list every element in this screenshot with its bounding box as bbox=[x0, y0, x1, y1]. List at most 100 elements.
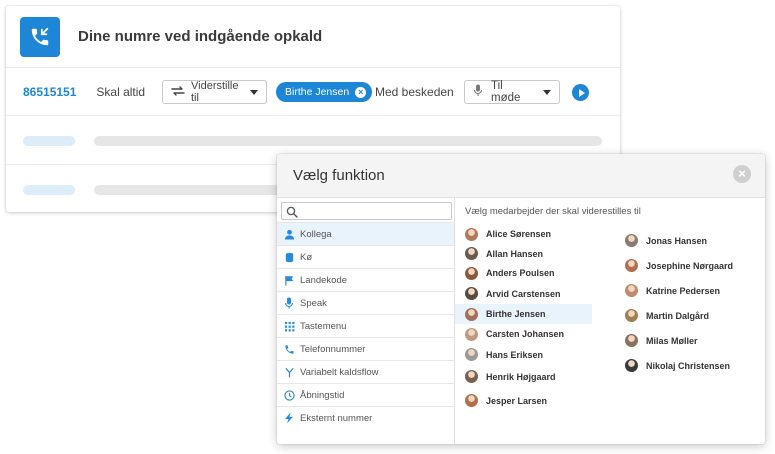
employee-item[interactable]: Alice Sørensen bbox=[455, 224, 592, 244]
employee-item[interactable]: Martin Dalgård bbox=[615, 303, 755, 328]
employee-name: Henrik Højgaard bbox=[486, 371, 556, 382]
employee-name: Jonas Hansen bbox=[646, 235, 708, 246]
function-item-label: Kollega bbox=[300, 228, 332, 240]
avatar bbox=[625, 259, 638, 272]
card-title: Dine numre ved indgående opkald bbox=[78, 28, 323, 45]
function-item[interactable]: Kollega bbox=[277, 222, 454, 245]
function-item[interactable]: Variabelt kaldsflow bbox=[277, 360, 454, 383]
employee-caption: Vælg medarbejder der skal viderestilles … bbox=[465, 206, 641, 217]
close-icon[interactable]: × bbox=[733, 165, 751, 183]
employee-name: Birthe Jensen bbox=[486, 309, 546, 319]
search-icon bbox=[286, 205, 298, 223]
recipient-chip[interactable]: Birthe Jensen × bbox=[276, 82, 373, 102]
employee-name: Nikolaj Christensen bbox=[646, 360, 731, 371]
employee-item[interactable]: Anders Poulsen bbox=[455, 263, 592, 283]
function-item-label: Kø bbox=[300, 251, 313, 263]
employee-item[interactable]: Milas Møller bbox=[615, 328, 755, 353]
employee-name: Jesper Larsen bbox=[486, 395, 548, 406]
employee-column-1: Alice Sørensen Allan Hansen Anders Poulsen… bbox=[455, 224, 592, 413]
placeholder-number bbox=[23, 185, 75, 195]
employee-item[interactable]: Nikolaj Christensen bbox=[615, 353, 755, 378]
employee-name: Arvid Carstensen bbox=[486, 288, 561, 299]
avatar bbox=[465, 327, 478, 341]
employee-item[interactable]: Jesper Larsen bbox=[455, 388, 592, 413]
function-item[interactable]: Eksternt nummer bbox=[277, 406, 454, 429]
function-item-label: Tastemenu bbox=[300, 320, 347, 332]
employee-panel: Vælg medarbejder der skal viderestilles … bbox=[455, 198, 765, 444]
employee-item[interactable]: Henrik Højgaard bbox=[455, 365, 592, 388]
employee-item[interactable]: Hans Eriksen bbox=[455, 344, 592, 365]
phone-number-link[interactable]: 86515151 bbox=[23, 85, 76, 99]
search-input[interactable] bbox=[281, 202, 452, 220]
function-item[interactable]: Tastemenu bbox=[277, 314, 454, 337]
employee-name: Carsten Johansen bbox=[486, 329, 565, 339]
function-item[interactable]: Kø bbox=[277, 245, 454, 268]
chevron-down-icon bbox=[543, 89, 551, 95]
person-icon bbox=[283, 228, 295, 240]
function-list: Kollega Kø Landekode Speak Tastemenu Telefonn… bbox=[277, 198, 455, 444]
placeholder-text bbox=[94, 136, 602, 146]
employee-item[interactable]: Birthe Jensen bbox=[455, 304, 592, 324]
recipient-chip-label: Birthe Jensen bbox=[285, 86, 350, 98]
avatar bbox=[625, 359, 638, 372]
lightning-icon bbox=[283, 412, 295, 424]
play-icon bbox=[578, 88, 585, 97]
employee-item[interactable]: Allan Hansen bbox=[455, 244, 592, 263]
employee-item[interactable]: Katrine Pedersen bbox=[615, 278, 755, 303]
avatar bbox=[625, 334, 638, 347]
clock-icon bbox=[283, 389, 295, 401]
employee-item[interactable]: Josephine Nørgaard bbox=[615, 253, 755, 278]
employee-item[interactable]: Carsten Johansen bbox=[455, 324, 592, 344]
avatar bbox=[625, 309, 638, 322]
queue-icon bbox=[283, 251, 295, 263]
function-item[interactable]: Landekode bbox=[277, 268, 454, 291]
play-message-button[interactable] bbox=[572, 84, 589, 101]
message-select[interactable]: Til møde bbox=[464, 80, 560, 104]
employee-name: Alice Sørensen bbox=[486, 229, 552, 239]
employee-item[interactable]: Arvid Carstensen bbox=[455, 283, 592, 304]
employee-column-2: Jonas Hansen Josephine Nørgaard Katrine Pe… bbox=[615, 228, 755, 378]
modal-header: Vælg funktion × bbox=[277, 154, 765, 198]
avatar bbox=[625, 284, 638, 297]
keypad-icon bbox=[283, 320, 295, 332]
function-item[interactable]: Telefonnummer bbox=[277, 337, 454, 360]
card-header: Dine numre ved indgående opkald bbox=[6, 6, 620, 68]
employee-name: Martin Dalgård bbox=[646, 310, 710, 321]
avatar bbox=[465, 348, 478, 361]
avatar bbox=[465, 247, 478, 260]
avatar bbox=[465, 394, 478, 407]
placeholder-number bbox=[23, 136, 75, 146]
avatar bbox=[465, 307, 478, 321]
remove-recipient-icon[interactable]: × bbox=[355, 86, 367, 98]
microphone-icon bbox=[283, 297, 295, 309]
rule-condition: Skal altid bbox=[96, 84, 146, 99]
function-item[interactable]: Speak bbox=[277, 291, 454, 314]
avatar bbox=[465, 370, 478, 383]
incoming-call-icon bbox=[20, 16, 60, 57]
message-label: Med beskeden bbox=[375, 85, 454, 99]
employee-name: Allan Hansen bbox=[486, 248, 544, 259]
employee-name: Katrine Pedersen bbox=[646, 285, 721, 296]
function-item-label: Eksternt nummer bbox=[300, 412, 373, 424]
employee-name: Anders Poulsen bbox=[486, 268, 555, 278]
branch-icon bbox=[283, 366, 295, 378]
modal-title: Vælg funktion bbox=[293, 167, 385, 184]
forward-action-select[interactable]: Viderstille til bbox=[162, 80, 267, 104]
function-item-label: Landekode bbox=[300, 274, 348, 286]
employee-item[interactable]: Jonas Hansen bbox=[615, 228, 755, 253]
phone-icon bbox=[283, 343, 295, 355]
repeat-icon bbox=[171, 85, 185, 100]
avatar bbox=[465, 266, 478, 280]
microphone-icon bbox=[473, 84, 483, 100]
forward-select-value: Viderstille til bbox=[191, 80, 239, 104]
function-item-label: Telefonnummer bbox=[300, 343, 366, 355]
avatar bbox=[465, 227, 478, 241]
chevron-down-icon bbox=[250, 89, 258, 95]
employee-name: Hans Eriksen bbox=[486, 349, 544, 360]
function-item-label: Variabelt kaldsflow bbox=[300, 366, 379, 378]
flag-icon bbox=[283, 274, 295, 286]
function-item-label: Åbningstid bbox=[300, 389, 345, 401]
employee-name: Milas Møller bbox=[646, 335, 698, 346]
avatar bbox=[625, 234, 638, 247]
function-item[interactable]: Åbningstid bbox=[277, 383, 454, 406]
